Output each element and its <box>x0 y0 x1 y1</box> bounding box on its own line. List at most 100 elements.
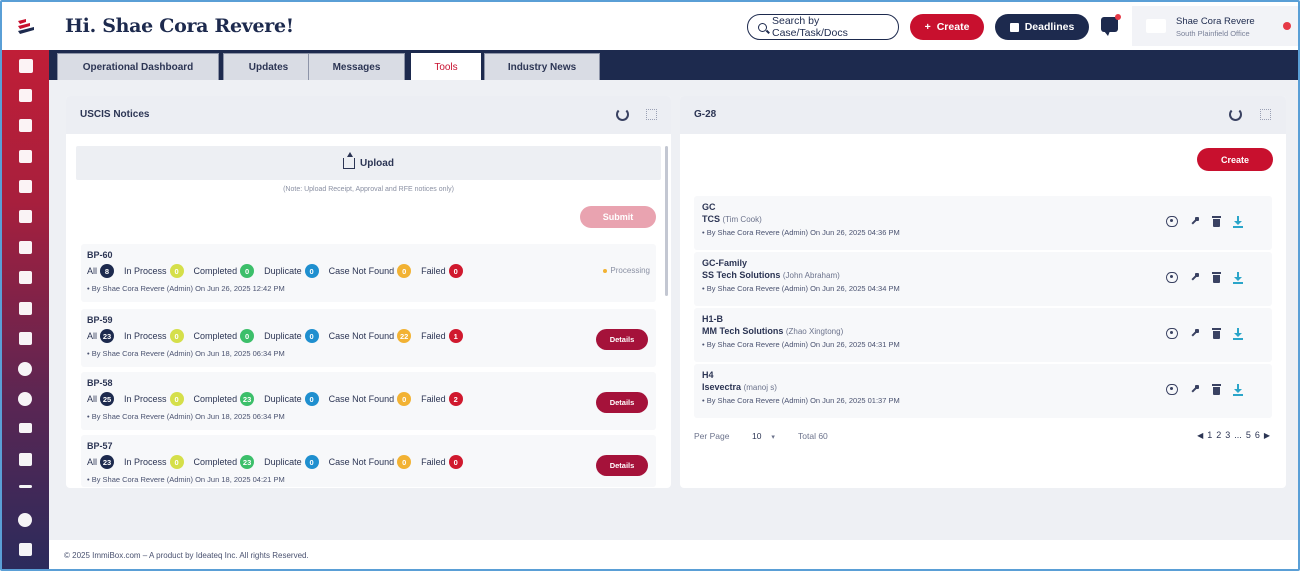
upload-button[interactable]: Upload <box>76 146 661 180</box>
completed-badge[interactable]: 23 <box>240 455 255 469</box>
edit-icon[interactable] <box>1189 272 1201 283</box>
details-button[interactable]: Details <box>596 455 648 476</box>
in-process-badge[interactable]: 0 <box>169 264 184 278</box>
dashboard-icon[interactable] <box>19 59 33 73</box>
help-icon[interactable] <box>18 513 32 527</box>
messages-icon[interactable] <box>1101 14 1121 36</box>
case-not-found-badge[interactable]: 0 <box>397 455 412 469</box>
header-create-button[interactable]: + Create <box>910 14 984 40</box>
delete-icon[interactable] <box>1212 216 1221 227</box>
calendar-icon[interactable] <box>19 241 32 254</box>
completed-badge[interactable]: 0 <box>240 329 255 343</box>
delete-icon[interactable] <box>1212 272 1221 283</box>
in-process-badge[interactable]: 0 <box>169 329 184 343</box>
page-link[interactable]: 5 <box>1246 430 1251 440</box>
details-button[interactable]: Details <box>596 329 648 350</box>
case-not-found-badge[interactable]: 0 <box>397 392 412 406</box>
upload-note: (Note: Upload Receipt, Approval and RFE … <box>283 186 454 193</box>
g28-create-button[interactable]: Create <box>1197 148 1273 171</box>
download-icon[interactable] <box>1232 272 1244 284</box>
tab-messages[interactable]: Messages <box>308 53 405 80</box>
failed-badge[interactable]: 0 <box>448 264 463 278</box>
app-logo[interactable] <box>2 2 49 50</box>
view-icon[interactable] <box>1166 384 1178 395</box>
stat-label: In Process <box>124 331 167 341</box>
submit-button[interactable]: Submit <box>580 206 656 228</box>
item-author: • By Shae Cora Revere (Admin) On Jun 26,… <box>702 340 900 349</box>
case-not-found-badge[interactable]: 22 <box>397 329 412 343</box>
global-search-button[interactable]: Search by Case/Task/Docs <box>747 14 899 40</box>
refresh-icon[interactable] <box>616 108 629 121</box>
failed-badge[interactable]: 1 <box>448 329 463 343</box>
document-icon[interactable] <box>19 119 32 132</box>
view-icon[interactable] <box>1166 272 1178 283</box>
completed-badge[interactable]: 23 <box>240 392 255 406</box>
prev-page-icon[interactable]: ◀ <box>1197 431 1203 440</box>
download-icon[interactable] <box>1232 216 1244 228</box>
all-count-badge[interactable]: 23 <box>100 455 115 469</box>
settings-doc-icon[interactable] <box>19 543 32 556</box>
briefcase-icon[interactable] <box>19 332 32 345</box>
download-icon[interactable] <box>1232 328 1244 340</box>
all-count-badge[interactable]: 25 <box>100 392 115 406</box>
chat-icon[interactable] <box>19 210 32 223</box>
details-button[interactable]: Details <box>596 392 648 413</box>
expand-icon[interactable] <box>1260 109 1271 120</box>
per-page-label: Per Page <box>694 431 730 441</box>
clients-icon[interactable] <box>19 302 32 315</box>
expand-icon[interactable] <box>646 109 657 120</box>
delete-icon[interactable] <box>1212 384 1221 395</box>
duplicate-badge[interactable]: 0 <box>304 264 319 278</box>
files-icon[interactable] <box>19 150 32 163</box>
user-icon[interactable] <box>18 362 32 376</box>
completed-badge[interactable]: 0 <box>240 264 255 278</box>
page-link[interactable]: 6 <box>1255 430 1260 440</box>
download-icon[interactable] <box>1232 384 1244 396</box>
failed-badge[interactable]: 0 <box>448 455 463 469</box>
next-page-icon[interactable]: ▶ <box>1264 431 1270 440</box>
notes-icon[interactable] <box>19 453 32 466</box>
in-process-badge[interactable]: 0 <box>169 455 184 469</box>
status-dot <box>1283 22 1291 30</box>
tab-operational-dashboard[interactable]: Operational Dashboard <box>57 53 219 80</box>
edit-icon[interactable] <box>1189 384 1201 395</box>
notice-id: BP-57 <box>87 441 113 451</box>
folder-icon[interactable] <box>19 423 32 433</box>
failed-badge[interactable]: 2 <box>448 392 463 406</box>
stat-label: In Process <box>124 394 167 404</box>
duplicate-badge[interactable]: 0 <box>304 329 319 343</box>
edit-icon[interactable] <box>1189 328 1201 339</box>
building-icon[interactable] <box>19 89 32 102</box>
in-process-badge[interactable]: 0 <box>169 392 184 406</box>
page-link[interactable]: 1 <box>1207 430 1212 440</box>
duplicate-badge[interactable]: 0 <box>304 392 319 406</box>
view-icon[interactable] <box>1166 328 1178 339</box>
all-count-badge[interactable]: 23 <box>100 329 115 343</box>
notice-author: • By Shae Cora Revere (Admin) On Jun 26,… <box>87 284 285 293</box>
duplicate-badge[interactable]: 0 <box>304 455 319 469</box>
page-link[interactable]: 3 <box>1225 430 1230 440</box>
stat-label: Completed <box>193 394 238 404</box>
notice-author: • By Shae Cora Revere (Admin) On Jun 18,… <box>87 349 285 358</box>
tab-updates[interactable]: Updates <box>223 53 314 80</box>
case-not-found-badge[interactable]: 0 <box>397 264 412 278</box>
view-icon[interactable] <box>1166 216 1178 227</box>
scrollbar[interactable] <box>665 146 668 296</box>
per-page-select[interactable]: 10 <box>752 431 775 441</box>
stat-label: Duplicate <box>264 394 302 404</box>
tab-tools[interactable]: Tools <box>411 53 481 80</box>
minus-icon[interactable] <box>19 485 32 488</box>
user-menu[interactable]: Shae Cora Revere South Plainfield Office <box>1132 6 1298 46</box>
page-link[interactable]: 2 <box>1216 430 1221 440</box>
tab-industry-news[interactable]: Industry News <box>484 53 600 80</box>
users-icon[interactable] <box>18 392 32 406</box>
all-count-badge[interactable]: 8 <box>100 264 115 278</box>
delete-icon[interactable] <box>1212 328 1221 339</box>
report-icon[interactable] <box>19 180 32 193</box>
search-icon <box>758 22 767 32</box>
panel-title: USCIS Notices <box>80 109 150 120</box>
edit-icon[interactable] <box>19 271 32 284</box>
deadlines-button[interactable]: Deadlines <box>995 14 1089 40</box>
refresh-icon[interactable] <box>1229 108 1242 121</box>
edit-icon[interactable] <box>1189 216 1201 227</box>
